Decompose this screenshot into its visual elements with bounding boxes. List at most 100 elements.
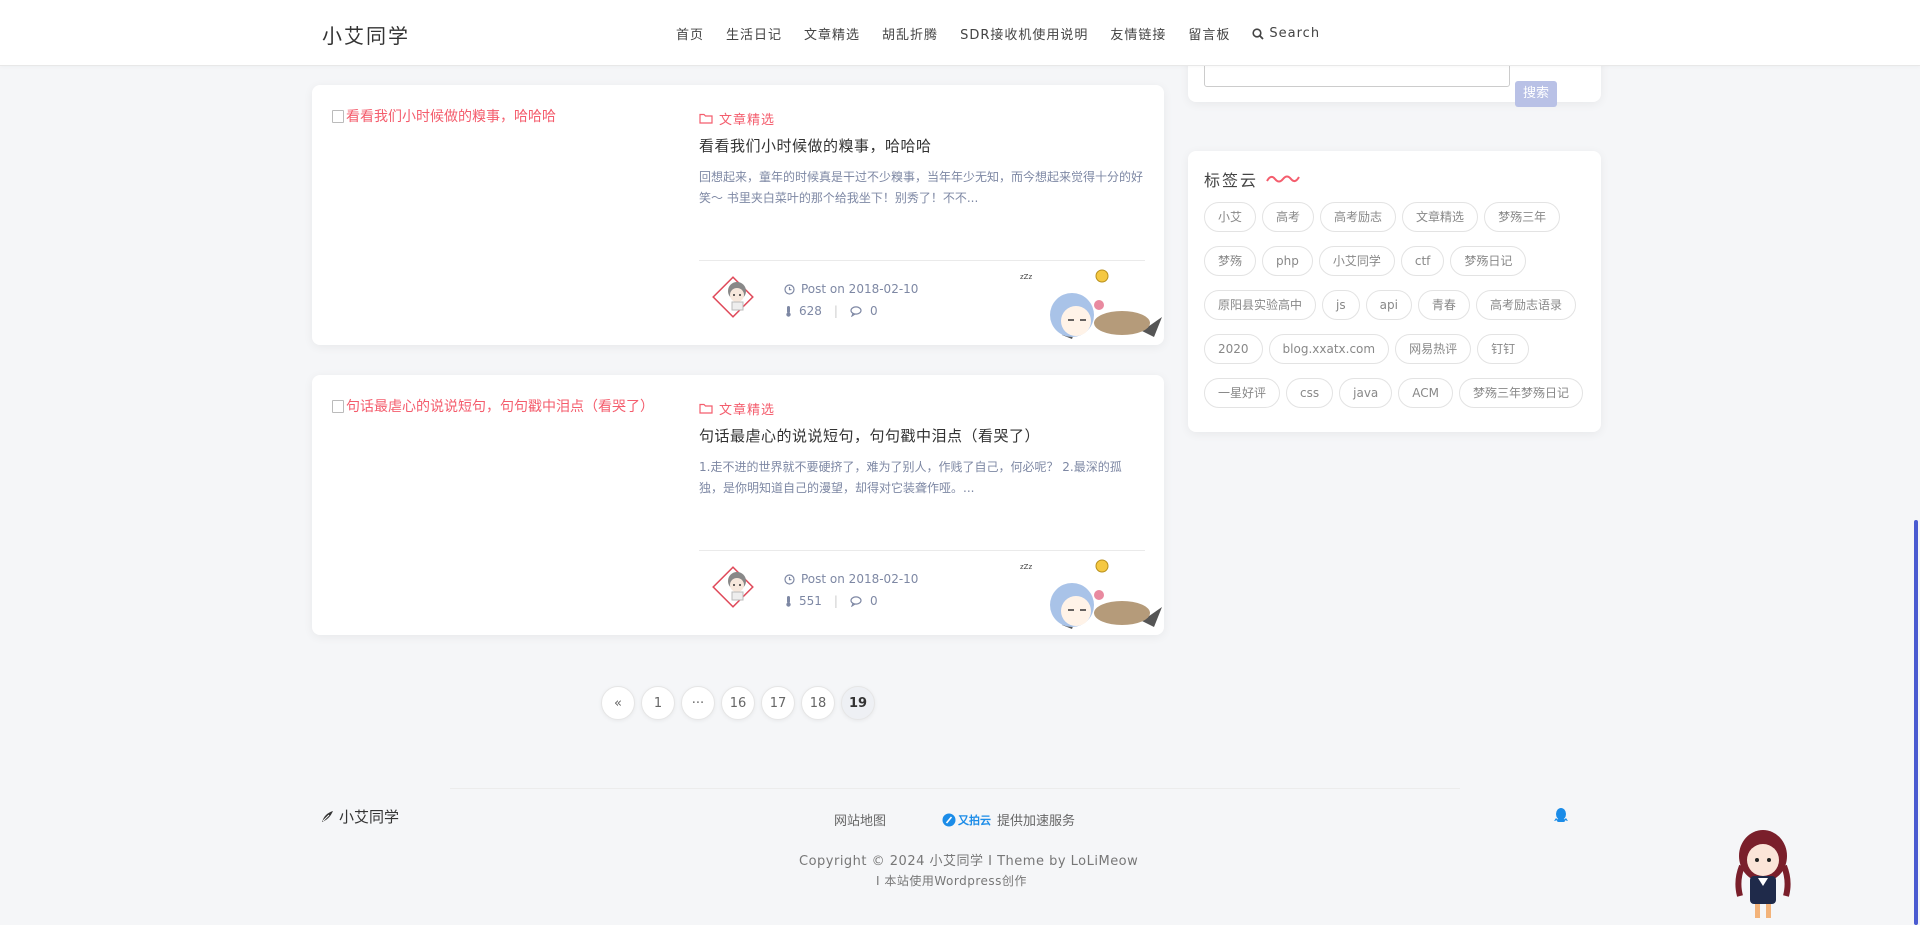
post-comments[interactable]: 0: [870, 300, 878, 322]
sidebar-search-button[interactable]: 搜索: [1515, 81, 1557, 107]
author-avatar: [712, 566, 754, 608]
tag-item[interactable]: 梦殇三年梦殇日记: [1459, 378, 1584, 408]
tag-item[interactable]: 一星好评: [1204, 378, 1281, 408]
wave-decoration-icon: [1266, 175, 1300, 183]
post-excerpt: 1.走不进的世界就不要硬挤了，难为了别人，作贱了自己，何必呢？ 2.最深的孤独，…: [699, 460, 1122, 495]
tag-item[interactable]: 网易热评: [1395, 334, 1472, 364]
site-brand[interactable]: 小艾同学: [322, 20, 410, 49]
tag-item[interactable]: 高考: [1262, 202, 1315, 232]
mascot-girl-illustration[interactable]: [1728, 826, 1798, 925]
tag-item[interactable]: ACM: [1398, 378, 1454, 408]
post-excerpt: 回想起来，童年的时候真是干过不少糗事，当年年少无知，而今想起来觉得十分的好笑～ …: [699, 170, 1144, 205]
tag-cloud-header: 标签云: [1204, 167, 1300, 191]
tag-item[interactable]: 梦殇日记: [1450, 246, 1527, 276]
nav-item-life-diary[interactable]: 生活日记: [726, 24, 782, 43]
nav-search[interactable]: Search: [1252, 24, 1320, 43]
tag-item[interactable]: java: [1339, 378, 1393, 408]
post-date-row: Post on 2018-02-10: [784, 568, 918, 590]
thermometer-icon: [786, 596, 791, 607]
tag-item[interactable]: 梦殇三年: [1484, 202, 1561, 232]
post-views: 551: [799, 594, 822, 608]
footer-brand-label: 小艾同学: [339, 808, 400, 826]
post-category-label: 文章精选: [719, 403, 776, 418]
copyright-text: Copyright © 2024 小艾同学 I Theme by LoLiMeo…: [799, 854, 1139, 869]
tag-item[interactable]: js: [1322, 290, 1360, 320]
upyun-icon: [942, 813, 956, 826]
folder-icon: [699, 403, 713, 414]
tag-list: 小艾 高考 高考励志 文章精选 梦殇三年 梦殇 php 小艾同学 ctf 梦殇日…: [1204, 202, 1589, 408]
post-thumbnail[interactable]: 看看我们小时候做的糗事，哈哈哈: [332, 106, 556, 126]
tag-item[interactable]: ctf: [1400, 246, 1445, 276]
svg-text:zZz: zZz: [1020, 273, 1032, 281]
thermometer-icon: [786, 306, 791, 317]
post-title[interactable]: 看看我们小时候做的糗事，哈哈哈: [699, 135, 932, 156]
broken-image-icon: [332, 399, 344, 413]
post-comments[interactable]: 0: [870, 590, 878, 612]
powered-by-text: I 本站使用Wordpress创作: [876, 874, 1027, 888]
pagination-ellipsis: ···: [681, 686, 715, 720]
tag-item[interactable]: blog.xxatx.com: [1268, 334, 1390, 364]
broken-image-icon: [332, 109, 344, 123]
sponsor-link[interactable]: 又拍云 提供加速服务: [942, 810, 1075, 829]
post-category[interactable]: 文章精选: [699, 399, 775, 418]
meta-separator: |: [833, 594, 838, 608]
tag-cloud-widget: 标签云 小艾 高考 高考励志 文章精选 梦殇三年 梦殇 php 小艾同学 ctf…: [1188, 151, 1601, 432]
pagination-page[interactable]: 18: [801, 686, 835, 720]
nav-item-sdr-manual[interactable]: SDR接收机使用说明: [960, 24, 1088, 43]
post-divider: [699, 260, 1145, 261]
mascot-illustration: zZz: [1020, 559, 1162, 629]
tag-cloud-title: 标签云: [1204, 171, 1259, 190]
footer-divider: [450, 788, 1460, 789]
post-meta: Post on 2018-02-10 628 | 0: [784, 278, 918, 322]
folder-icon: [699, 113, 713, 124]
tag-item[interactable]: 梦殇: [1204, 246, 1257, 276]
tag-item[interactable]: 钉钉: [1477, 334, 1530, 364]
nav-item-links[interactable]: 友情链接: [1110, 24, 1166, 43]
nav-item-tinkering[interactable]: 胡乱折腾: [882, 24, 938, 43]
tag-item[interactable]: 文章精选: [1402, 202, 1479, 232]
post-title[interactable]: 句话最虐心的说说短句，句句戳中泪点（看哭了）: [699, 425, 1040, 446]
pagination-prev[interactable]: «: [601, 686, 635, 720]
tag-item[interactable]: 原阳县实验高中: [1204, 290, 1317, 320]
svg-text:zZz: zZz: [1020, 563, 1032, 571]
search-icon: [1252, 27, 1265, 40]
pagination: « 1 ··· 16 17 18 19: [601, 686, 875, 720]
post-date-row: Post on 2018-02-10: [784, 278, 918, 300]
post-category-label: 文章精选: [719, 113, 776, 128]
footer-brand[interactable]: 小艾同学: [320, 806, 399, 827]
pagination-page[interactable]: 16: [721, 686, 755, 720]
tag-item[interactable]: css: [1286, 378, 1334, 408]
sitemap-link[interactable]: 网站地图: [834, 810, 886, 829]
tag-item[interactable]: 高考励志语录: [1475, 290, 1576, 320]
paw-icon: [322, 811, 333, 822]
post-meta: Post on 2018-02-10 551 | 0: [784, 568, 918, 612]
tag-item[interactable]: 2020: [1204, 334, 1263, 364]
comments-icon: [850, 305, 862, 317]
comments-icon: [850, 595, 862, 607]
nav-item-articles[interactable]: 文章精选: [804, 24, 860, 43]
post-thumbnail-alt: 看看我们小时候做的糗事，哈哈哈: [346, 109, 556, 125]
pagination-page[interactable]: 17: [761, 686, 795, 720]
pagination-current-page[interactable]: 19: [841, 686, 875, 720]
qq-icon[interactable]: [1553, 807, 1569, 824]
tag-item[interactable]: 小艾: [1204, 202, 1257, 232]
nav-item-home[interactable]: 首页: [676, 24, 704, 43]
tag-item[interactable]: 高考励志: [1320, 202, 1397, 232]
post-thumbnail[interactable]: 句话最虐心的说说短句，句句戳中泪点（看哭了）: [332, 396, 654, 416]
pagination-page[interactable]: 1: [641, 686, 675, 720]
top-header: 小艾同学 首页 生活日记 文章精选 胡乱折腾 SDR接收机使用说明 友情链接 留…: [0, 0, 1920, 66]
upyun-logo-text: 又拍云: [958, 813, 992, 827]
post-category[interactable]: 文章精选: [699, 109, 775, 128]
post-stats-row: 628 | 0: [784, 300, 918, 322]
tag-item[interactable]: 小艾同学: [1318, 246, 1395, 276]
nav-item-guestbook[interactable]: 留言板: [1188, 24, 1230, 43]
author-avatar: [712, 276, 754, 318]
clock-icon: [784, 573, 795, 585]
tag-item[interactable]: 青春: [1417, 290, 1470, 320]
tag-item[interactable]: php: [1262, 246, 1313, 276]
upyun-logo: 又拍云: [942, 812, 991, 828]
post-card: 看看我们小时候做的糗事，哈哈哈 文章精选 看看我们小时候做的糗事，哈哈哈 回想起…: [312, 85, 1164, 345]
page-scrollbar[interactable]: [1914, 520, 1918, 925]
mascot-illustration: zZz: [1020, 269, 1162, 339]
tag-item[interactable]: api: [1365, 290, 1412, 320]
